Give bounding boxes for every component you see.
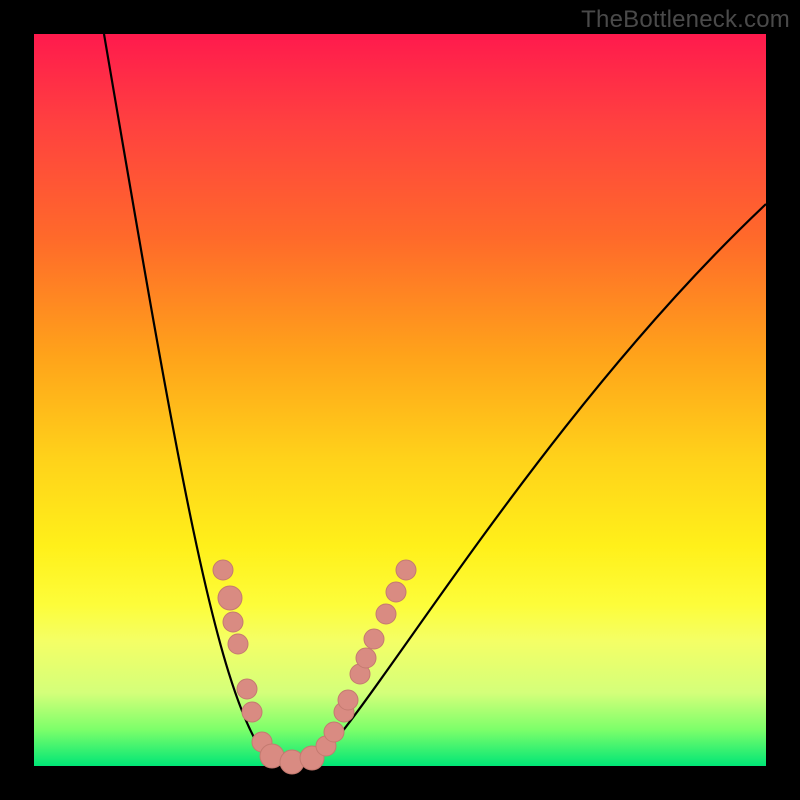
- curve-marker: [228, 634, 248, 654]
- curve-marker: [386, 582, 406, 602]
- chart-frame: TheBottleneck.com: [0, 0, 800, 800]
- bottleneck-curve: [104, 34, 766, 765]
- curve-markers: [213, 560, 416, 774]
- curve-marker: [364, 629, 384, 649]
- curve-marker: [376, 604, 396, 624]
- curve-marker: [237, 679, 257, 699]
- curve-marker: [356, 648, 376, 668]
- curve-marker: [218, 586, 242, 610]
- bottleneck-curve-svg: [34, 34, 766, 766]
- curve-marker: [324, 722, 344, 742]
- plot-area: [34, 34, 766, 766]
- curve-marker: [213, 560, 233, 580]
- curve-marker: [223, 612, 243, 632]
- curve-marker: [338, 690, 358, 710]
- watermark-text: TheBottleneck.com: [581, 6, 790, 34]
- curve-marker: [242, 702, 262, 722]
- curve-marker: [396, 560, 416, 580]
